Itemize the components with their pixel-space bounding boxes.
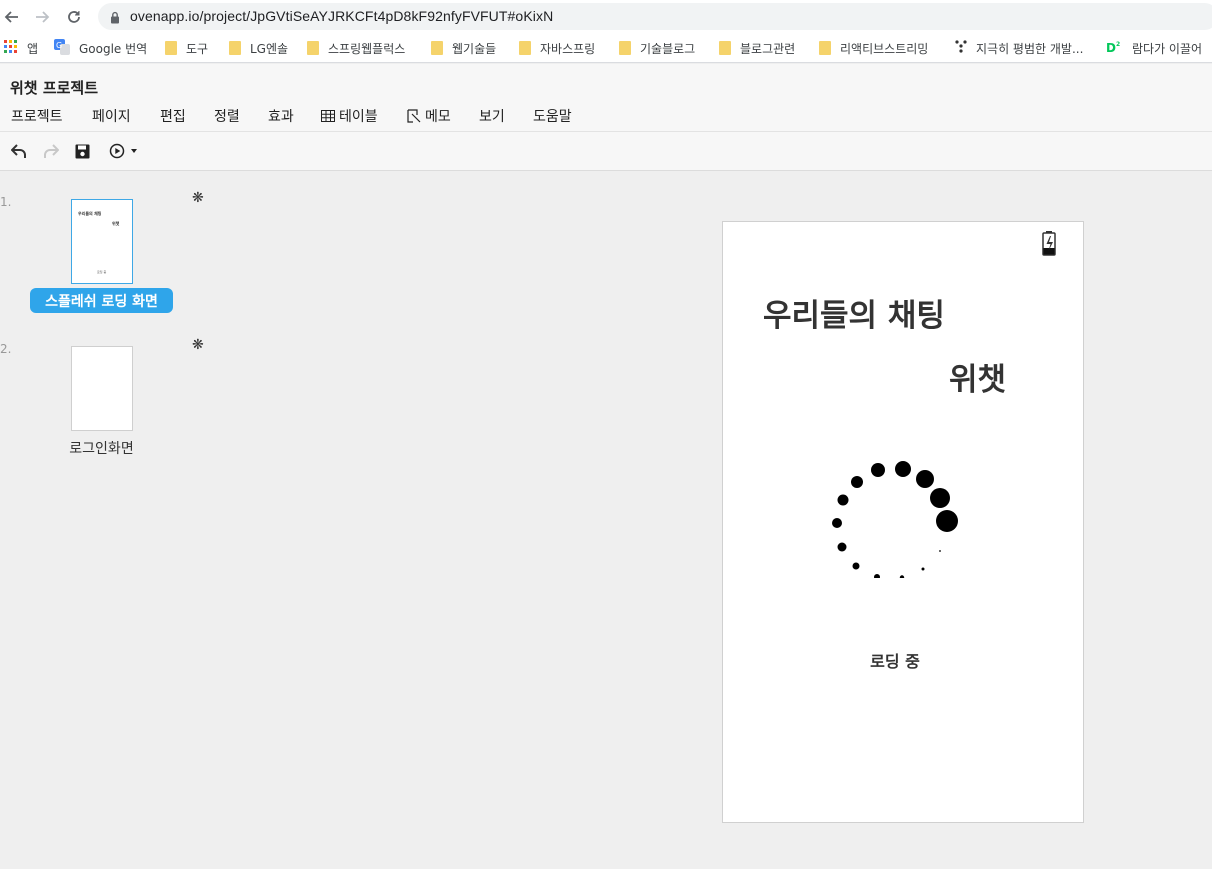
- table-icon: [321, 110, 335, 122]
- menu-table-label: 테이블: [339, 109, 378, 125]
- bookmark-label: 도구: [186, 41, 209, 56]
- folder-icon: [719, 41, 731, 55]
- folder-icon: [519, 41, 531, 55]
- url-field[interactable]: ovenapp.io/project/JpGVtiSeAYJRKCFt4pD8k…: [98, 3, 1212, 30]
- loading-spinner-icon: [832, 461, 958, 578]
- bookmark-label: 스프링웹플럭스: [328, 41, 406, 56]
- menu-memo-label: 메모: [425, 109, 451, 125]
- bookmark-folder[interactable]: 자바스프링: [519, 39, 595, 57]
- reload-icon: [68, 11, 80, 23]
- project-title: 위챗 프로젝트: [10, 79, 99, 97]
- menu-help[interactable]: 도움말: [533, 106, 572, 126]
- page-marker-icon[interactable]: ❋: [192, 190, 204, 206]
- page-label-splash[interactable]: 스플레쉬 로딩 화면: [30, 288, 173, 313]
- svg-text:D: D: [1106, 41, 1116, 54]
- undo-icon: [10, 143, 26, 158]
- menu-align[interactable]: 정렬: [214, 106, 240, 126]
- toolbar: [0, 132, 1212, 171]
- svg-text:2: 2: [1116, 41, 1120, 48]
- app-header: 위챗 프로젝트 프로젝트 페이지 편집 정렬 효과 테이블 메모 보기 도움말: [0, 64, 1212, 132]
- menu-page[interactable]: 페이지: [92, 106, 131, 126]
- bookmark-label: 람다가 이끌어: [1132, 41, 1203, 56]
- folder-icon: [431, 41, 443, 55]
- reload-button[interactable]: [63, 6, 85, 28]
- back-button[interactable]: [1, 6, 23, 28]
- bookmark-label: 기술블로그: [640, 41, 696, 56]
- page-thumbnail-splash[interactable]: 우리들의 채팅 위챗 로딩 중: [71, 199, 133, 284]
- thumb-loading-text: 로딩 중: [97, 270, 107, 274]
- loading-text: 로딩 중: [870, 652, 920, 671]
- menu-view[interactable]: 보기: [479, 106, 505, 126]
- play-circle-icon: [109, 143, 125, 159]
- bookmark-folder[interactable]: 웹기술들: [431, 39, 496, 57]
- page-number: 2.: [0, 342, 12, 356]
- menu-project[interactable]: 프로젝트: [11, 106, 63, 126]
- bookmark-folder[interactable]: 스프링웹플럭스: [307, 39, 405, 57]
- page-label-login[interactable]: 로그인화면: [30, 437, 173, 459]
- d2-icon: D2: [1106, 40, 1123, 57]
- bookmark-label: 앱: [27, 41, 39, 56]
- folder-icon: [819, 41, 831, 55]
- redo-button[interactable]: [40, 141, 60, 161]
- bookmark-folder[interactable]: 블로그관련: [719, 39, 795, 57]
- menu-table[interactable]: 테이블: [321, 106, 378, 126]
- memo-icon: [407, 109, 421, 123]
- forward-button[interactable]: [31, 6, 53, 28]
- bookmark-label: 지극히 평범한 개발...: [976, 41, 1084, 56]
- redo-icon: [43, 143, 59, 158]
- splash-title-line2: 위챗: [949, 362, 1007, 398]
- page-number: 1.: [0, 195, 12, 209]
- save-button[interactable]: [73, 141, 91, 161]
- bookmark-folder[interactable]: 리액티브스트리밍: [819, 39, 928, 57]
- bookmark-label: 리액티브스트리밍: [840, 41, 929, 56]
- back-arrow-icon: [4, 11, 18, 23]
- bookmark-label: Google 번역: [79, 41, 148, 56]
- bookmark-label: 자바스프링: [540, 41, 596, 56]
- bookmark-folder[interactable]: 기술블로그: [619, 39, 695, 57]
- browser-address-bar: ovenapp.io/project/JpGVtiSeAYJRKCFt4pD8k…: [0, 0, 1212, 33]
- battery-icon: [1042, 231, 1056, 260]
- undo-button[interactable]: [9, 141, 29, 161]
- bookmark-folder[interactable]: 도구: [165, 39, 208, 57]
- save-icon: [75, 144, 89, 158]
- splash-title-line1: 우리들의 채팅: [763, 298, 945, 334]
- menu-effects[interactable]: 효과: [268, 106, 294, 126]
- caret-down-icon: [131, 149, 137, 153]
- forward-arrow-icon: [36, 11, 50, 23]
- url-text: ovenapp.io/project/JpGVtiSeAYJRKCFt4pD8k…: [130, 8, 554, 24]
- bookmark-apps[interactable]: 앱: [4, 39, 38, 57]
- bookmark-label: 블로그관련: [740, 41, 796, 56]
- folder-icon: [619, 41, 631, 55]
- menu-memo[interactable]: 메모: [407, 106, 451, 126]
- bookmark-label: 웹기술들: [452, 41, 497, 56]
- menu-edit[interactable]: 편집: [160, 106, 186, 126]
- bookmarks-bar: 앱 G Google 번역 도구 LG엔솔 스프링웹플럭스 웹기술들 자바스프링…: [0, 33, 1212, 63]
- google-translate-icon: G: [54, 38, 70, 58]
- apps-grid-icon: [4, 39, 18, 57]
- bookmark-label: LG엔솔: [250, 41, 289, 56]
- page-marker-icon[interactable]: ❋: [192, 337, 204, 353]
- page-thumbnail-login[interactable]: [71, 346, 133, 431]
- thumb-title-line2: 위챗: [112, 221, 120, 226]
- bookmark-blog[interactable]: 지극히 평범한 개발...: [955, 39, 1083, 57]
- lock-icon: [110, 9, 120, 28]
- bookmark-folder[interactable]: LG엔솔: [229, 39, 288, 57]
- thumb-title-line1: 우리들의 채팅: [78, 211, 102, 216]
- folder-icon: [307, 41, 319, 55]
- folder-icon: [165, 41, 177, 55]
- dots-icon: [955, 39, 967, 57]
- bookmark-google-translate[interactable]: G Google 번역: [54, 38, 148, 58]
- bookmark-d2[interactable]: D2 람다가 이끌어: [1106, 39, 1202, 57]
- svg-text:G: G: [56, 41, 62, 50]
- folder-icon: [229, 41, 241, 55]
- play-dropdown-button[interactable]: [107, 141, 141, 161]
- device-canvas[interactable]: 우리들의 채팅 위챗 로딩 중: [722, 221, 1084, 823]
